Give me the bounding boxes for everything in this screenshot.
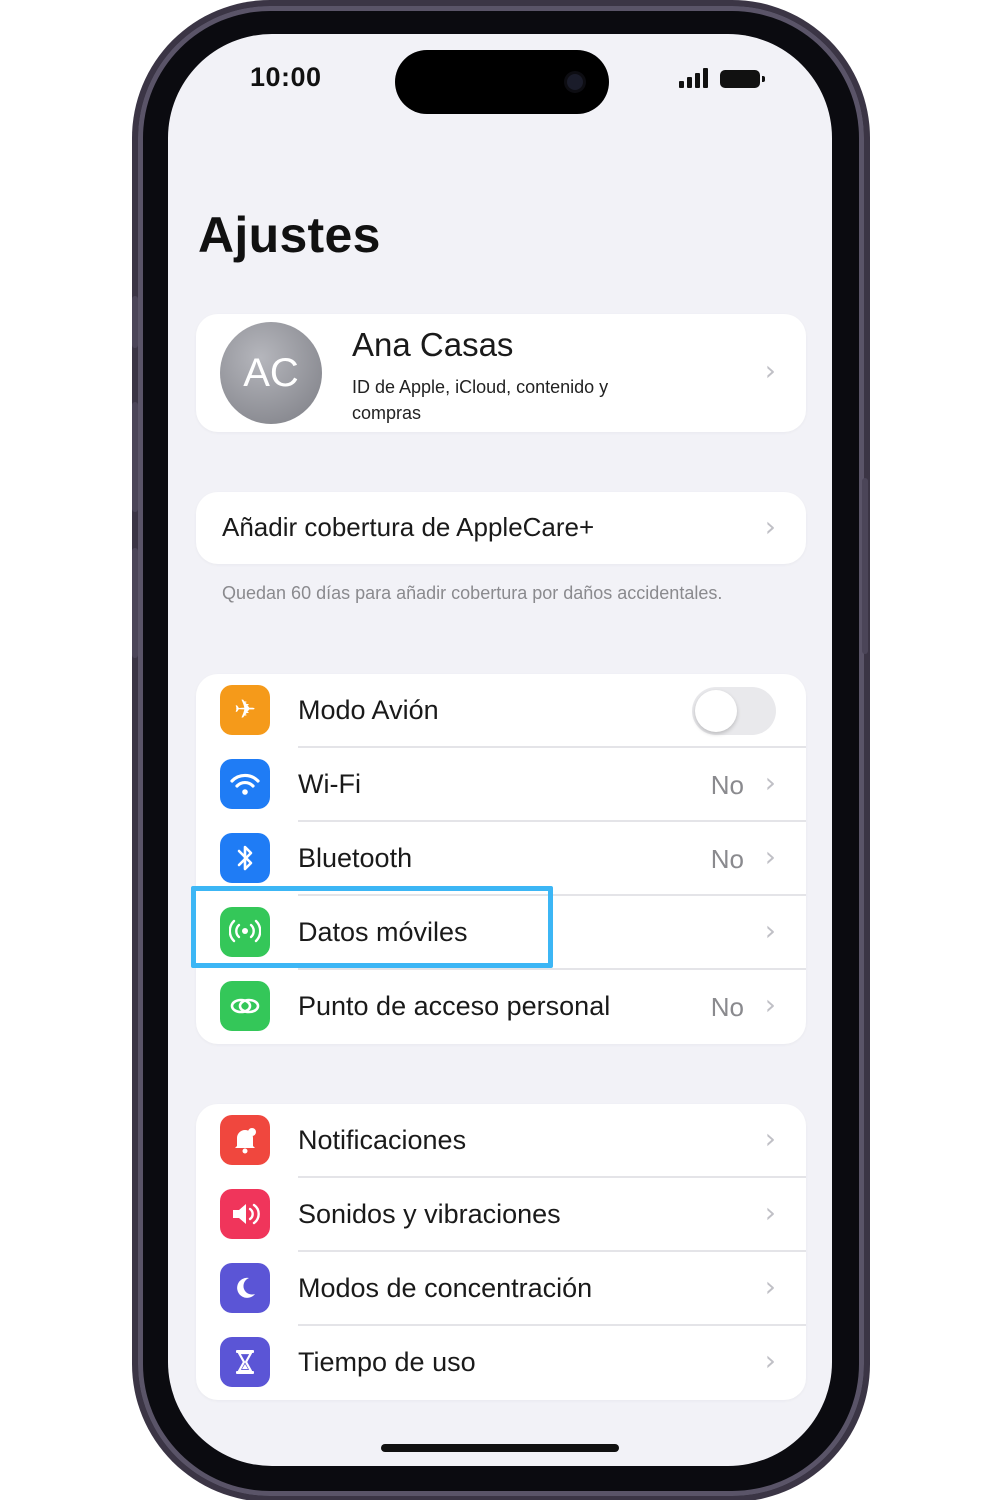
notifications-bell-icon	[220, 1115, 270, 1165]
row-label: Wi-Fi	[298, 769, 361, 799]
cellular-signal-icon	[679, 68, 708, 88]
chevron-right-icon: ›	[764, 840, 776, 873]
mobile-data-highlight-box	[191, 886, 553, 968]
page-title: Ajustes	[198, 207, 381, 263]
airplane-icon: ✈	[220, 685, 270, 735]
row-screen-time[interactable]: Tiempo de uso ›	[196, 1326, 806, 1400]
chevron-right-icon: ›	[764, 988, 776, 1021]
dynamic-island	[395, 50, 609, 114]
row-bluetooth[interactable]: Bluetooth No ›	[196, 822, 806, 896]
speaker-icon	[220, 1189, 270, 1239]
row-label: Punto de acceso personal	[298, 991, 611, 1021]
chevron-right-icon: ›	[764, 914, 776, 947]
camera-icon	[567, 74, 583, 90]
applecare-note: Quedan 60 días para añadir cobertura por…	[222, 583, 723, 603]
general-group: Notificaciones › Sonidos y vibraciones ›…	[196, 1104, 806, 1400]
connectivity-group: ✈ Modo Avión Wi-Fi No › Bluetooth No › D…	[196, 674, 806, 1044]
battery-icon	[720, 70, 765, 88]
row-wifi[interactable]: Wi-Fi No ›	[196, 748, 806, 822]
apple-id-profile-row[interactable]: AC Ana Casas ID de Apple, iCloud, conten…	[196, 314, 806, 432]
status-icons	[679, 68, 765, 88]
row-label: Modo Avión	[298, 695, 439, 725]
row-label: Notificaciones	[298, 1125, 467, 1155]
chevron-right-icon: ›	[764, 766, 776, 799]
bluetooth-icon	[220, 833, 270, 883]
status-time: 10:00	[250, 62, 322, 92]
action-button	[132, 296, 138, 348]
airplane-mode-toggle[interactable]	[692, 687, 776, 735]
applecare-row[interactable]: Añadir cobertura de AppleCare+ ›	[196, 492, 806, 564]
row-airplane-mode: ✈ Modo Avión	[196, 674, 806, 748]
screen: 10:00 Ajustes AC Ana Casas ID de Apple, …	[168, 34, 832, 1466]
row-sounds[interactable]: Sonidos y vibraciones ›	[196, 1178, 806, 1252]
profile-subtitle: ID de Apple, iCloud, contenido y compras	[352, 377, 609, 423]
wifi-icon	[220, 759, 270, 809]
volume-down-button	[132, 548, 138, 658]
chevron-right-icon: ›	[764, 510, 776, 543]
row-notifications[interactable]: Notificaciones ›	[196, 1104, 806, 1178]
row-label: Bluetooth	[298, 843, 413, 873]
chevron-right-icon: ›	[764, 1122, 776, 1155]
row-value: No	[710, 992, 744, 1022]
row-focus-modes[interactable]: Modos de concentración ›	[196, 1252, 806, 1326]
power-button	[862, 478, 868, 654]
chevron-right-icon: ›	[764, 1270, 776, 1303]
hourglass-icon	[220, 1337, 270, 1387]
avatar: AC	[220, 322, 322, 424]
row-value: No	[710, 844, 744, 874]
hotspot-chain-icon	[220, 981, 270, 1031]
row-value: No	[710, 770, 744, 800]
chevron-right-icon: ›	[764, 1344, 776, 1377]
moon-icon	[220, 1263, 270, 1313]
row-label: Modos de concentración	[298, 1273, 593, 1303]
row-label: Tiempo de uso	[298, 1347, 476, 1377]
chevron-right-icon: ›	[764, 1196, 776, 1229]
profile-name: Ana Casas	[352, 326, 514, 363]
home-indicator[interactable]	[381, 1444, 619, 1452]
volume-up-button	[132, 402, 138, 512]
chevron-right-icon: ›	[764, 354, 776, 387]
applecare-label: Añadir cobertura de AppleCare+	[222, 512, 595, 542]
row-personal-hotspot[interactable]: Punto de acceso personal No ›	[196, 970, 806, 1044]
row-label: Sonidos y vibraciones	[298, 1199, 561, 1229]
